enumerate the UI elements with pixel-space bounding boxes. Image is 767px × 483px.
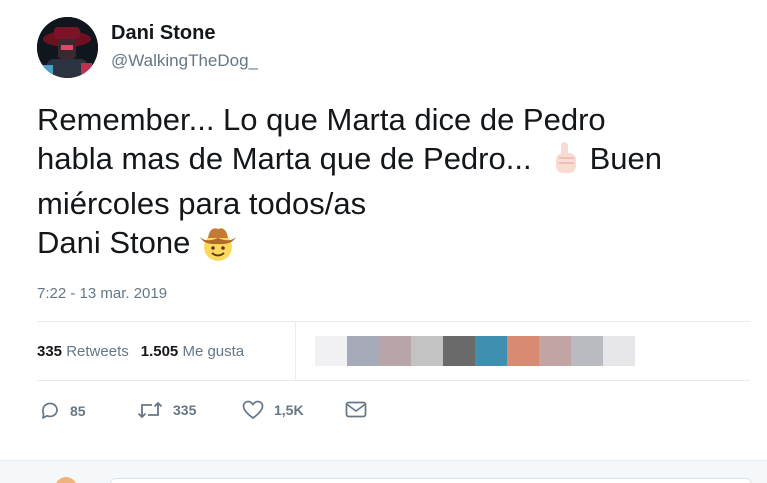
display-name[interactable]: Dani Stone [111, 22, 215, 45]
tweet-line-5: Dani Stone [37, 223, 757, 272]
retweets-stat[interactable]: 335 Retweets [37, 343, 129, 360]
pointing-up-icon [550, 141, 580, 184]
stats-separator [295, 322, 296, 380]
heart-icon [242, 400, 264, 420]
like-button[interactable]: 1,5K [242, 400, 304, 420]
reply-count: 85 [70, 403, 86, 419]
like-count: 1,5K [274, 402, 304, 418]
direct-message-button[interactable] [345, 401, 367, 418]
user-handle[interactable]: @WalkingTheDog_ [111, 51, 258, 71]
tweet-line: miércoles para todos/as [37, 186, 367, 221]
tweet-text: Remember... Lo que Marta dice de Pedro h… [37, 100, 757, 272]
divider [37, 321, 750, 322]
likes-stat[interactable]: 1.505 Me gusta [141, 343, 244, 360]
tweet-line-text: Buen [589, 141, 662, 176]
tweet-line-2: habla mas de Marta que de Pedro... Buen [37, 139, 757, 184]
tweet-actions: 85 335 1,5K [37, 398, 367, 424]
avatar-photo-icon [37, 17, 98, 78]
reply-button[interactable]: 85 [40, 401, 86, 421]
tweet-line: Remember... Lo que Marta dice de Pedro [37, 102, 606, 137]
liker-avatars-blurred[interactable] [315, 336, 635, 366]
envelope-icon [345, 401, 367, 418]
tweet-card: Dani Stone @WalkingTheDog_ Remember... L… [0, 0, 767, 483]
tweet-stats: 335 Retweets 1.505 Me gusta [37, 343, 244, 360]
tweet-line-text: Dani Stone [37, 225, 191, 260]
retweet-count: 335 [173, 402, 197, 418]
retweet-button[interactable]: 335 [137, 401, 196, 419]
tweet-line-text: habla mas de Marta que de Pedro... [37, 141, 532, 176]
reply-input[interactable] [110, 478, 752, 483]
cowboy-face-icon [198, 223, 238, 272]
retweet-icon [137, 401, 163, 419]
tweet-timestamp[interactable]: 7:22 - 13 mar. 2019 [37, 285, 167, 302]
retweets-count: 335 [37, 343, 63, 360]
likes-count: 1.505 [140, 343, 179, 360]
likes-label: Me gusta [182, 343, 245, 360]
avatar[interactable] [37, 17, 98, 78]
retweets-label: Retweets [66, 343, 129, 360]
divider [37, 380, 750, 381]
reply-icon [40, 401, 60, 421]
